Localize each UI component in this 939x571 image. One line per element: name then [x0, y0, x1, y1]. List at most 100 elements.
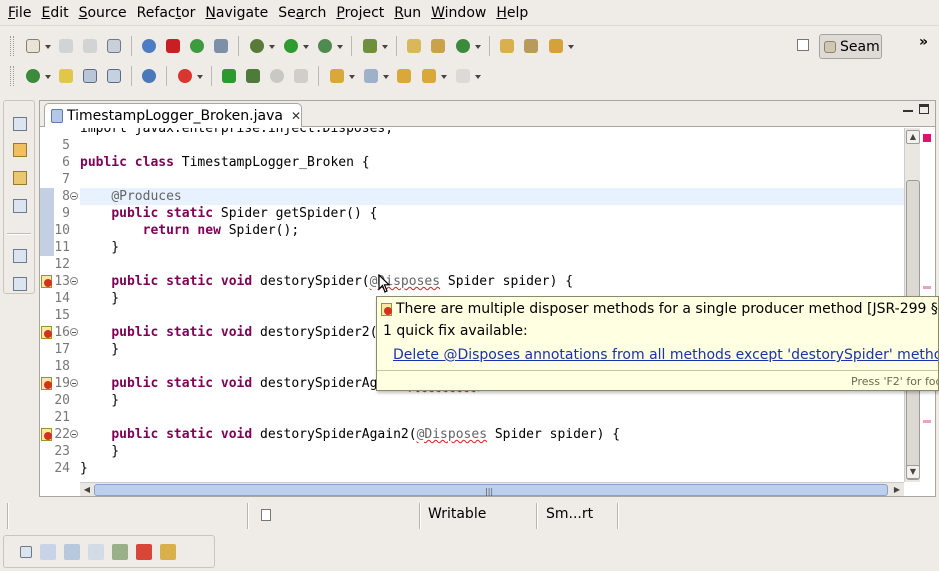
error-annotation-token: @Disposes: [416, 427, 488, 442]
problem-hover: There are multiple disposer methods for …: [376, 296, 939, 391]
chevron-more-icon[interactable]: »: [919, 34, 928, 50]
new-class-button[interactable]: [452, 36, 482, 56]
code-token: return new: [142, 223, 229, 238]
fold-toggle-icon[interactable]: [70, 277, 78, 285]
horizontal-scrollbar[interactable]: ◀ ||| ▶: [80, 482, 904, 496]
declaration-view-icon[interactable]: [88, 543, 104, 560]
run-icon: [284, 39, 298, 53]
resume-button[interactable]: [219, 66, 239, 86]
error-marker[interactable]: [923, 286, 931, 289]
error-marker-icon[interactable]: [41, 377, 53, 390]
code-line: }: [80, 341, 119, 358]
debug-button[interactable]: [246, 36, 276, 56]
fold-toggle-icon[interactable]: [70, 379, 78, 387]
hierarchy-icon[interactable]: [13, 143, 27, 157]
menu-item[interactable]: Help: [491, 0, 533, 26]
scroll-down-button[interactable]: ▼: [906, 465, 920, 479]
scroll-right-button[interactable]: ▶: [890, 483, 904, 496]
horizontal-scroll-thumb[interactable]: |||: [94, 484, 888, 496]
previous-annotation-button[interactable]: [360, 66, 390, 86]
fold-toggle-icon[interactable]: [70, 192, 78, 200]
open-browser-button[interactable]: [139, 36, 159, 56]
menu-item[interactable]: File: [3, 0, 36, 26]
code-line: public static void destorySpider(@Dispos…: [80, 273, 573, 290]
toolbar-grip[interactable]: [10, 66, 14, 86]
flashlight-icon: [549, 39, 563, 53]
open-task-button[interactable]: [521, 36, 541, 56]
save-all-button[interactable]: [80, 36, 100, 56]
line-number: [40, 120, 70, 137]
seam-leaf-icon: [190, 39, 204, 53]
perspective-label: Seam: [840, 38, 880, 55]
jboss-view-icon[interactable]: [136, 543, 152, 560]
new-java-project-button[interactable]: [404, 36, 424, 56]
open-folder-icon: [500, 39, 514, 53]
run-button[interactable]: [280, 36, 310, 56]
close-icon[interactable]: ✕: [291, 109, 301, 123]
fold-toggle-icon[interactable]: [70, 430, 78, 438]
jboss-tools-button[interactable]: [163, 36, 183, 56]
new-document-icon[interactable]: [261, 509, 271, 521]
task-icon: [524, 39, 538, 53]
toggle-breadcrumb-button[interactable]: [22, 66, 52, 86]
restore-icon[interactable]: [13, 249, 27, 263]
hibernate-button[interactable]: [211, 36, 231, 56]
minimize-icon[interactable]: [903, 106, 913, 112]
new-package-button[interactable]: [428, 36, 448, 56]
error-marker-icon[interactable]: [41, 275, 53, 288]
menu-item[interactable]: Window: [426, 0, 491, 26]
error-marker[interactable]: [923, 420, 931, 423]
print-icon: [107, 39, 121, 53]
stop-button[interactable]: [267, 66, 287, 86]
package-explorer-icon[interactable]: [13, 171, 27, 185]
toggle-mark-occurrences-button[interactable]: [56, 66, 76, 86]
open-perspective-icon[interactable]: [797, 39, 809, 51]
maximize-icon[interactable]: [919, 104, 929, 114]
next-annotation-button[interactable]: [326, 66, 356, 86]
refresh-button[interactable]: [174, 66, 204, 86]
seam-action-button[interactable]: [187, 36, 207, 56]
restore-icon[interactable]: [20, 545, 32, 558]
print-button[interactable]: [104, 36, 124, 56]
save-button[interactable]: [56, 36, 76, 56]
status-insert-mode: Sm...rt: [546, 506, 594, 522]
menu-item[interactable]: Navigate: [200, 0, 273, 26]
seam-view-icon[interactable]: [160, 543, 176, 560]
menu-item[interactable]: Edit: [36, 0, 73, 26]
restore-icon[interactable]: [13, 117, 27, 131]
menu-item[interactable]: Refactor: [132, 0, 201, 26]
search-button[interactable]: [545, 36, 575, 56]
menu-item[interactable]: Run: [389, 0, 426, 26]
problems-view-icon[interactable]: [40, 543, 56, 560]
new-wizard-button[interactable]: [22, 36, 52, 56]
editor-tab[interactable]: TimestampLogger_Broken.java ✕: [44, 103, 302, 127]
error-marker-icon[interactable]: [41, 326, 53, 339]
show-whitespace-button[interactable]: [104, 66, 124, 86]
perspective-seam-button[interactable]: Seam: [819, 34, 882, 59]
fold-toggle-icon[interactable]: [70, 328, 78, 336]
globe-icon: [142, 69, 156, 83]
coverage-button[interactable]: [359, 36, 389, 56]
forward-button[interactable]: [452, 66, 482, 86]
menu-item[interactable]: Project: [331, 0, 389, 26]
disconnect-button[interactable]: [291, 66, 311, 86]
external-tools-button[interactable]: [314, 36, 344, 56]
web-browser-button[interactable]: [139, 66, 159, 86]
outline-icon[interactable]: [13, 199, 27, 213]
block-selection-button[interactable]: [80, 66, 100, 86]
scroll-left-button[interactable]: ◀: [80, 483, 94, 496]
back-button[interactable]: [418, 66, 448, 86]
open-type-button[interactable]: [497, 36, 517, 56]
menu-item[interactable]: Search: [273, 0, 331, 26]
javadoc-view-icon[interactable]: [64, 543, 80, 560]
error-marker-icon[interactable]: [41, 428, 53, 441]
debug-server-button[interactable]: [243, 66, 263, 86]
menu-item[interactable]: Source: [74, 0, 132, 26]
last-edit-location-button[interactable]: [394, 66, 414, 86]
line-number: 12: [54, 257, 70, 272]
scroll-up-button[interactable]: ▲: [906, 130, 920, 144]
servers-view-icon[interactable]: [112, 543, 128, 560]
quickfix-link[interactable]: Delete @Disposes annotations from all me…: [393, 347, 938, 363]
task-list-icon[interactable]: [13, 277, 27, 291]
toolbar-grip[interactable]: [10, 36, 14, 56]
